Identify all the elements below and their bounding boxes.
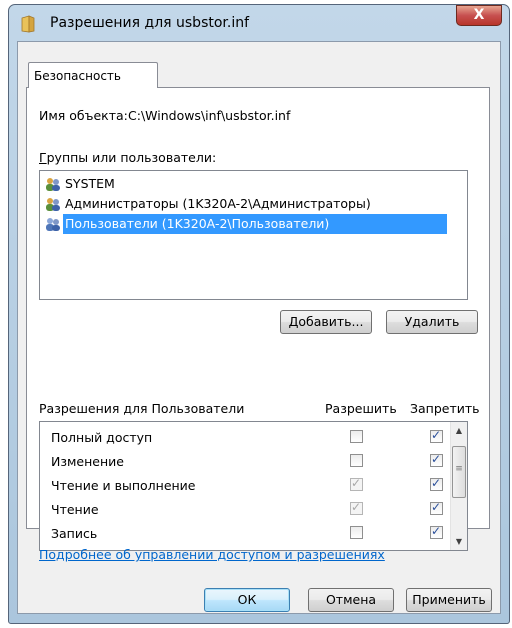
permission-name: Чтение и выполнение	[51, 478, 196, 493]
scroll-thumb[interactable]: ≡	[452, 446, 466, 498]
scroll-up-icon[interactable]: ▲	[451, 422, 467, 439]
groups-label-mnemonic: Г	[39, 150, 47, 165]
dialog-client-area: Безопасность Имя объекта: C:\Windows\inf…	[17, 41, 501, 614]
scroll-down-icon[interactable]: ▼	[451, 533, 467, 550]
checkmark-icon: ✓	[351, 476, 362, 490]
checkmark-icon: ✓	[431, 524, 442, 538]
cancel-button[interactable]: Отмена	[308, 588, 394, 612]
apply-button[interactable]: Применить	[406, 588, 492, 612]
checkmark-icon: ✓	[431, 476, 442, 490]
ok-button[interactable]: ОК	[204, 588, 290, 612]
file-icon	[21, 15, 35, 33]
title-bar[interactable]: Разрешения для usbstor.inf X	[9, 5, 509, 41]
deny-column-header: Запретить	[410, 401, 480, 416]
allow-checkbox[interactable]	[350, 526, 363, 539]
checkmark-icon: ✓	[431, 452, 442, 466]
grip-icon: ≡	[455, 464, 463, 474]
permission-row-read-execute: Чтение и выполнение ✓ ✓	[40, 474, 443, 498]
permissions-label: Разрешения для Пользователи	[39, 401, 245, 416]
allow-checkbox[interactable]: ✓	[350, 500, 363, 515]
checkmark-icon: ✓	[351, 500, 362, 514]
remove-button[interactable]: Удалить	[386, 310, 478, 334]
checkmark-icon: ✓	[431, 500, 442, 514]
deny-checkbox[interactable]: ✓	[430, 500, 443, 515]
permissions-list: Полный доступ ✓ Изменение ✓ Чтение и вып…	[39, 421, 468, 551]
object-name-value: C:\Windows\inf\usbstor.inf	[128, 108, 291, 123]
allow-column-header: Разрешить	[325, 401, 397, 416]
deny-checkbox[interactable]: ✓	[430, 524, 443, 539]
groups-label: Группы или пользователи:	[39, 150, 216, 165]
group-name: SYSTEM	[65, 176, 115, 191]
access-control-help-link[interactable]: Подробнее об управлении доступом и разре…	[39, 547, 385, 562]
object-name-label: Имя объекта:	[39, 108, 128, 123]
permission-name: Полный доступ	[51, 430, 153, 445]
deny-checkbox[interactable]: ✓	[430, 476, 443, 491]
add-button[interactable]: Добавить...	[280, 310, 372, 334]
close-icon: X	[473, 7, 485, 23]
group-name: Администраторы (1K320A-2\Администраторы)	[65, 196, 371, 211]
users-icon	[46, 218, 60, 231]
close-button[interactable]: X	[456, 5, 502, 26]
list-item-administrators[interactable]: Администраторы (1K320A-2\Администраторы)	[41, 194, 466, 214]
tab-security[interactable]: Безопасность	[28, 62, 158, 88]
groups-label-rest: руппы или пользователи:	[46, 150, 217, 165]
permission-row-modify: Изменение ✓	[40, 450, 443, 474]
permission-row-full-control: Полный доступ ✓	[40, 426, 443, 450]
permission-name: Запись	[51, 526, 98, 541]
permission-name: Чтение	[51, 502, 99, 517]
vertical-scrollbar[interactable]: ▲ ≡ ▼	[450, 422, 467, 550]
allow-checkbox[interactable]: ✓	[350, 476, 363, 491]
groups-list[interactable]: SYSTEM Администраторы (1K320A-2\Админист…	[39, 170, 468, 300]
permission-name: Изменение	[51, 454, 124, 469]
window-title: Разрешения для usbstor.inf	[50, 15, 250, 31]
list-item-system[interactable]: SYSTEM	[41, 174, 466, 194]
permission-row-read: Чтение ✓ ✓	[40, 498, 443, 522]
list-item-users[interactable]: Пользователи (1K320A-2\Пользователи)	[41, 214, 466, 234]
deny-checkbox[interactable]: ✓	[430, 428, 443, 443]
allow-checkbox[interactable]	[350, 454, 363, 467]
permission-row-write: Запись ✓	[40, 522, 443, 546]
permissions-dialog: Разрешения для usbstor.inf X Безопасност…	[8, 4, 510, 624]
checkmark-icon: ✓	[431, 428, 442, 442]
allow-checkbox[interactable]	[350, 430, 363, 443]
users-icon	[46, 178, 60, 191]
group-name: Пользователи (1K320A-2\Пользователи)	[63, 214, 448, 234]
deny-checkbox[interactable]: ✓	[430, 452, 443, 467]
users-icon	[46, 198, 60, 211]
